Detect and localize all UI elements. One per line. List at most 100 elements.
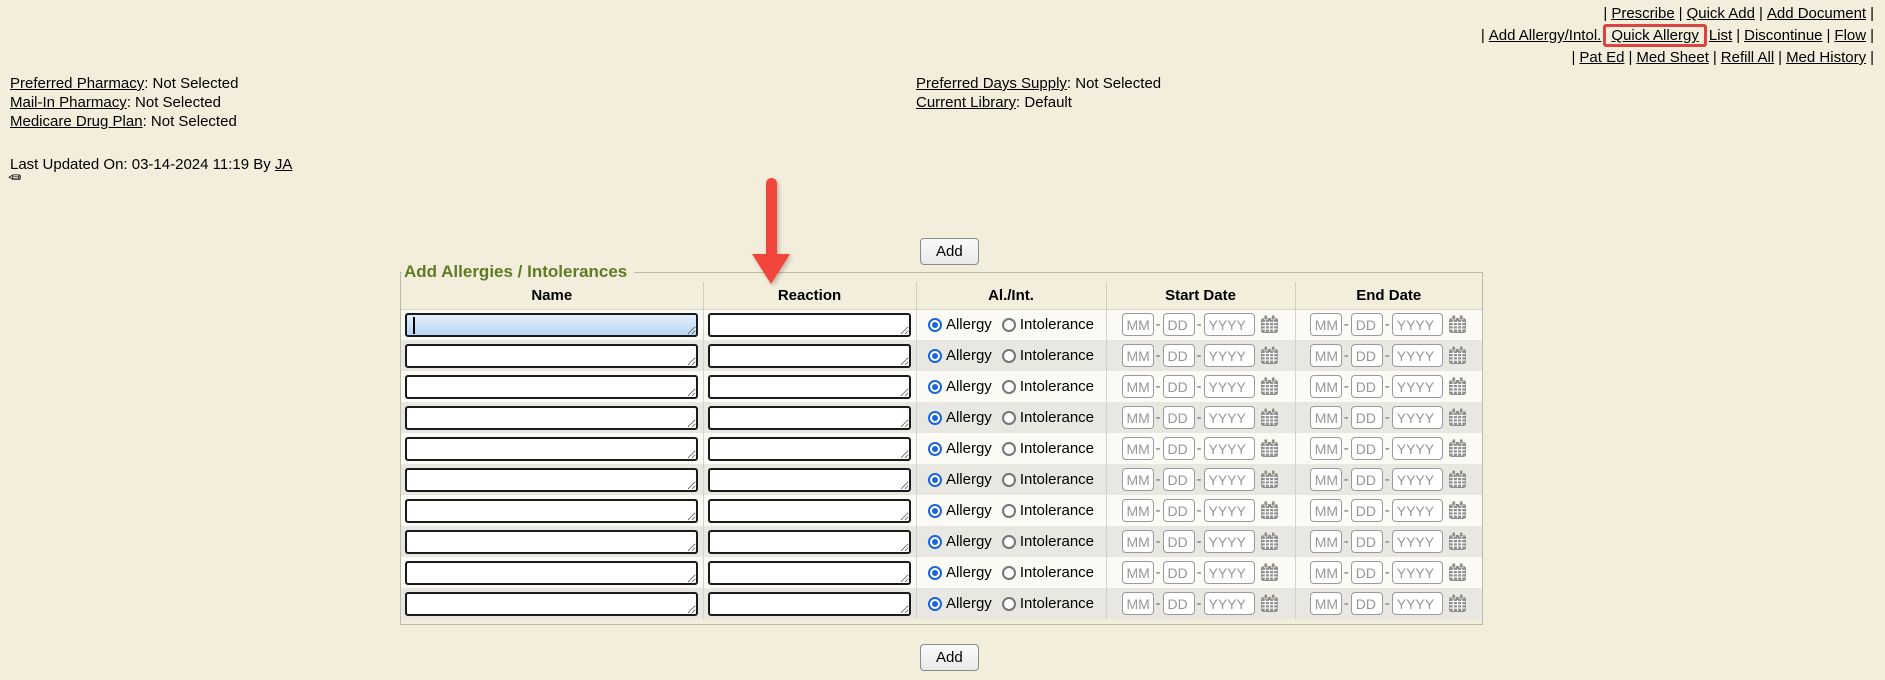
end-date-day-input[interactable]	[1351, 468, 1383, 491]
name-textarea[interactable]	[405, 530, 698, 554]
end-date-day-input[interactable]	[1351, 561, 1383, 584]
nav-link-med-sheet[interactable]: Med Sheet	[1636, 49, 1709, 66]
name-textarea[interactable]	[405, 344, 698, 368]
start-date-day-input[interactable]	[1163, 344, 1195, 367]
end-date-year-input[interactable]	[1392, 468, 1443, 491]
reaction-textarea[interactable]	[708, 344, 911, 368]
end-date-month-input[interactable]	[1310, 530, 1342, 553]
intolerance-radio[interactable]	[1002, 411, 1016, 425]
start-date-month-input[interactable]	[1122, 375, 1154, 398]
end-date-calendar-button[interactable]	[1447, 314, 1468, 335]
start-date-calendar-button[interactable]	[1259, 500, 1280, 521]
start-date-year-input[interactable]	[1204, 561, 1255, 584]
start-date-day-input[interactable]	[1163, 499, 1195, 522]
allergy-radio[interactable]	[928, 349, 942, 363]
start-date-year-input[interactable]	[1204, 499, 1255, 522]
start-date-year-input[interactable]	[1204, 406, 1255, 429]
end-date-year-input[interactable]	[1392, 530, 1443, 553]
name-textarea[interactable]	[405, 313, 698, 337]
end-date-calendar-button[interactable]	[1447, 593, 1468, 614]
end-date-calendar-button[interactable]	[1447, 438, 1468, 459]
intolerance-radio[interactable]	[1002, 597, 1016, 611]
reaction-textarea[interactable]	[708, 406, 911, 430]
end-date-year-input[interactable]	[1392, 375, 1443, 398]
reaction-textarea[interactable]	[708, 530, 911, 554]
start-date-calendar-button[interactable]	[1259, 407, 1280, 428]
reaction-textarea[interactable]	[708, 468, 911, 492]
end-date-calendar-button[interactable]	[1447, 407, 1468, 428]
start-date-day-input[interactable]	[1163, 375, 1195, 398]
start-date-calendar-button[interactable]	[1259, 314, 1280, 335]
end-date-year-input[interactable]	[1392, 437, 1443, 460]
intolerance-radio[interactable]	[1002, 442, 1016, 456]
start-date-calendar-button[interactable]	[1259, 376, 1280, 397]
end-date-day-input[interactable]	[1351, 313, 1383, 336]
intolerance-radio[interactable]	[1002, 349, 1016, 363]
nav-link-list[interactable]: List	[1709, 27, 1732, 44]
reaction-textarea[interactable]	[708, 561, 911, 585]
start-date-month-input[interactable]	[1122, 592, 1154, 615]
allergy-radio[interactable]	[928, 380, 942, 394]
name-textarea[interactable]	[405, 592, 698, 616]
nav-link-quick-allergy[interactable]: Quick Allergy	[1611, 27, 1699, 44]
intolerance-radio[interactable]	[1002, 566, 1016, 580]
start-date-year-input[interactable]	[1204, 344, 1255, 367]
name-textarea[interactable]	[405, 561, 698, 585]
end-date-year-input[interactable]	[1392, 313, 1443, 336]
supply-info-link-preferred-days-supply[interactable]: Preferred Days Supply	[916, 75, 1067, 92]
start-date-calendar-button[interactable]	[1259, 469, 1280, 490]
name-textarea[interactable]	[405, 499, 698, 523]
end-date-year-input[interactable]	[1392, 406, 1443, 429]
nav-link-flow[interactable]: Flow	[1834, 27, 1866, 44]
end-date-day-input[interactable]	[1351, 499, 1383, 522]
allergy-radio[interactable]	[928, 597, 942, 611]
add-button-bottom[interactable]: Add	[920, 644, 979, 671]
end-date-year-input[interactable]	[1392, 499, 1443, 522]
nav-link-med-history[interactable]: Med History	[1786, 49, 1866, 66]
add-button-top[interactable]: Add	[920, 238, 979, 265]
start-date-month-input[interactable]	[1122, 406, 1154, 429]
nav-link-add-document[interactable]: Add Document	[1767, 5, 1866, 22]
pharmacy-info-link-mail-in-pharmacy[interactable]: Mail-In Pharmacy	[10, 94, 127, 111]
end-date-calendar-button[interactable]	[1447, 345, 1468, 366]
start-date-calendar-button[interactable]	[1259, 593, 1280, 614]
end-date-month-input[interactable]	[1310, 344, 1342, 367]
start-date-year-input[interactable]	[1204, 468, 1255, 491]
pharmacy-info-link-medicare-drug-plan[interactable]: Medicare Drug Plan	[10, 113, 143, 130]
start-date-day-input[interactable]	[1163, 468, 1195, 491]
end-date-month-input[interactable]	[1310, 499, 1342, 522]
name-textarea[interactable]	[405, 468, 698, 492]
allergy-radio[interactable]	[928, 411, 942, 425]
start-date-calendar-button[interactable]	[1259, 562, 1280, 583]
end-date-month-input[interactable]	[1310, 375, 1342, 398]
end-date-month-input[interactable]	[1310, 313, 1342, 336]
allergy-radio[interactable]	[928, 535, 942, 549]
end-date-calendar-button[interactable]	[1447, 500, 1468, 521]
allergy-radio[interactable]	[928, 318, 942, 332]
nav-link-discontinue[interactable]: Discontinue	[1744, 27, 1822, 44]
start-date-month-input[interactable]	[1122, 499, 1154, 522]
end-date-year-input[interactable]	[1392, 344, 1443, 367]
start-date-day-input[interactable]	[1163, 406, 1195, 429]
end-date-month-input[interactable]	[1310, 468, 1342, 491]
intolerance-radio[interactable]	[1002, 318, 1016, 332]
start-date-year-input[interactable]	[1204, 375, 1255, 398]
start-date-year-input[interactable]	[1204, 530, 1255, 553]
start-date-month-input[interactable]	[1122, 344, 1154, 367]
reaction-textarea[interactable]	[708, 375, 911, 399]
start-date-day-input[interactable]	[1163, 437, 1195, 460]
intolerance-radio[interactable]	[1002, 473, 1016, 487]
end-date-day-input[interactable]	[1351, 437, 1383, 460]
intolerance-radio[interactable]	[1002, 535, 1016, 549]
end-date-day-input[interactable]	[1351, 375, 1383, 398]
end-date-day-input[interactable]	[1351, 344, 1383, 367]
reaction-textarea[interactable]	[708, 592, 911, 616]
start-date-day-input[interactable]	[1163, 561, 1195, 584]
name-textarea[interactable]	[405, 375, 698, 399]
edit-pencil-icon[interactable]: ✏	[8, 171, 21, 187]
allergy-radio[interactable]	[928, 504, 942, 518]
intolerance-radio[interactable]	[1002, 504, 1016, 518]
intolerance-radio[interactable]	[1002, 380, 1016, 394]
end-date-month-input[interactable]	[1310, 437, 1342, 460]
last-updated-user-link[interactable]: JA	[275, 156, 293, 173]
